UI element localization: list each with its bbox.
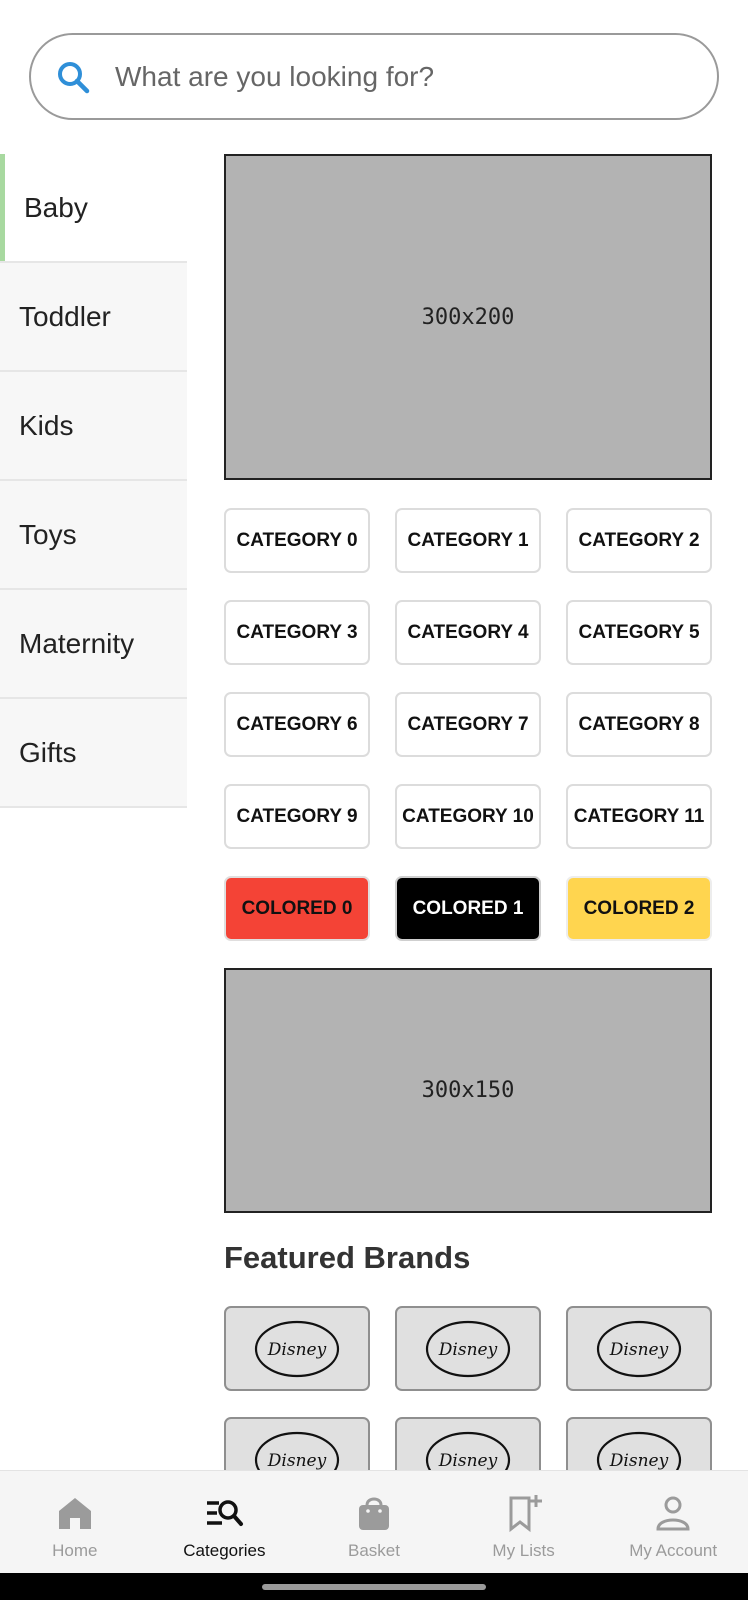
sidebar-item-maternity[interactable]: Maternity (0, 590, 187, 699)
sidebar-item-label: Maternity (19, 627, 135, 659)
svg-text:Disney: Disney (438, 1451, 498, 1471)
svg-text:Disney: Disney (609, 1451, 669, 1471)
category-button[interactable]: CATEGORY 7 (395, 692, 541, 757)
nav-label: My Account (629, 1541, 718, 1560)
nav-categories[interactable]: Categories (150, 1471, 300, 1573)
brand-tile[interactable]: Disney (566, 1306, 712, 1391)
active-indicator (0, 154, 5, 261)
category-button[interactable]: CATEGORY 6 (224, 692, 370, 757)
sidebar-item-baby[interactable]: Baby (0, 154, 187, 263)
category-button[interactable]: CATEGORY 11 (566, 784, 712, 849)
sidebar-item-kids[interactable]: Kids (0, 372, 187, 481)
brand-tile[interactable]: Disney (395, 1306, 541, 1391)
category-button[interactable]: CATEGORY 3 (224, 600, 370, 665)
category-button[interactable]: CATEGORY 5 (566, 600, 712, 665)
nav-label: Categories (183, 1541, 266, 1560)
nav-my-lists[interactable]: My Lists (449, 1471, 599, 1573)
nav-label: Home (52, 1541, 98, 1560)
sidebar-item-toddler[interactable]: Toddler (0, 263, 187, 372)
featured-brands-heading: Featured Brands (224, 1240, 471, 1275)
person-icon (656, 1496, 690, 1531)
sidebar-item-label: Baby (24, 191, 88, 223)
sidebar: Baby Toddler Kids Toys Maternity Gifts (0, 154, 187, 808)
banner-mid[interactable]: 300x150 (224, 968, 712, 1213)
sidebar-item-toys[interactable]: Toys (0, 481, 187, 590)
system-navigation-bar (0, 1573, 748, 1600)
disney-logo-icon: Disney (425, 1320, 511, 1377)
bottom-nav: Home Categories Basket My Lists My Accou… (0, 1470, 748, 1573)
nav-label: Basket (347, 1541, 400, 1560)
category-button[interactable]: CATEGORY 4 (395, 600, 541, 665)
categories-search-icon (207, 1500, 244, 1526)
category-grid: CATEGORY 0 CATEGORY 1 CATEGORY 2 CATEGOR… (224, 508, 712, 941)
home-indicator[interactable] (262, 1584, 486, 1590)
nav-home[interactable]: Home (0, 1471, 150, 1573)
search-icon (58, 62, 90, 94)
category-button[interactable]: CATEGORY 9 (224, 784, 370, 849)
category-button[interactable]: CATEGORY 0 (224, 508, 370, 573)
sidebar-item-label: Kids (19, 409, 74, 441)
colored-button-red[interactable]: COLORED 0 (224, 876, 370, 941)
nav-my-account[interactable]: My Account (598, 1471, 748, 1573)
colored-button-yellow[interactable]: COLORED 2 (566, 876, 712, 941)
search-input[interactable] (115, 55, 695, 99)
search-bar[interactable] (29, 33, 719, 120)
bookmark-add-icon (509, 1495, 542, 1533)
category-button[interactable]: CATEGORY 8 (566, 692, 712, 757)
banner-placeholder-label: 300x150 (421, 1078, 515, 1103)
sidebar-item-gifts[interactable]: Gifts (0, 699, 187, 808)
sidebar-item-label: Gifts (19, 736, 77, 768)
home-icon (58, 1498, 91, 1529)
nav-label: My Lists (492, 1541, 555, 1560)
svg-text:Disney: Disney (267, 1340, 327, 1360)
category-button[interactable]: CATEGORY 1 (395, 508, 541, 573)
colored-button-black[interactable]: COLORED 1 (395, 876, 541, 941)
sidebar-item-label: Toys (19, 518, 77, 550)
svg-text:Disney: Disney (267, 1451, 327, 1471)
svg-text:Disney: Disney (438, 1340, 498, 1360)
sidebar-item-label: Toddler (19, 300, 111, 332)
nav-basket[interactable]: Basket (299, 1471, 449, 1573)
svg-text:Disney: Disney (609, 1340, 669, 1360)
brand-tile[interactable]: Disney (224, 1306, 370, 1391)
category-button[interactable]: CATEGORY 10 (395, 784, 541, 849)
disney-logo-icon: Disney (254, 1320, 340, 1377)
disney-logo-icon: Disney (596, 1320, 682, 1377)
category-button[interactable]: CATEGORY 2 (566, 508, 712, 573)
banner-placeholder-label: 300x200 (421, 304, 515, 330)
banner-top[interactable]: 300x200 (224, 154, 712, 480)
shopping-bag-icon (358, 1497, 389, 1530)
